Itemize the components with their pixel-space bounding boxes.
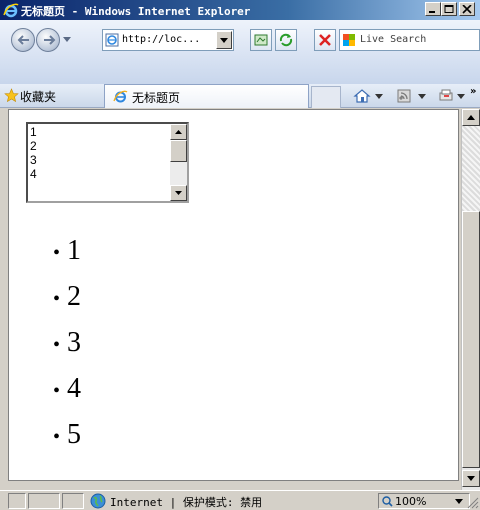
status-bar: Internet | 保护模式: 禁用 100% (0, 490, 480, 510)
minimize-button[interactable] (425, 2, 441, 16)
feeds-button[interactable] (396, 87, 432, 105)
status-pane (62, 493, 84, 509)
scroll-track[interactable] (462, 126, 480, 211)
zoom-icon (382, 496, 393, 507)
bullet-icon: • (53, 241, 61, 264)
stop-button[interactable] (314, 29, 336, 51)
search-input[interactable]: Live Search (339, 29, 480, 51)
title-bar: 无标题页 - Windows Internet Explorer (0, 0, 480, 20)
address-url: http://loc... (122, 34, 201, 45)
list-item-text: 3 (67, 327, 81, 358)
zoom-control[interactable]: 100% (378, 493, 470, 509)
listbox-scroll-up-button[interactable] (170, 124, 187, 140)
search-placeholder: Live Search (360, 34, 427, 45)
page-content: 1 2 3 4 • 1 • 2 • 3 • 4 • 5 (8, 109, 459, 481)
listbox-scrollbar[interactable] (170, 124, 187, 201)
new-tab-button[interactable] (311, 86, 341, 108)
security-zone[interactable]: Internet | 保护模式: 禁用 (88, 493, 374, 509)
list-item-text: 2 (67, 281, 81, 312)
chevron-up-icon (175, 130, 182, 134)
address-dropdown-button[interactable] (216, 31, 232, 49)
back-arrow-icon (17, 35, 29, 45)
listbox-option[interactable]: 3 (30, 153, 37, 167)
maximize-icon (444, 5, 454, 13)
minimize-icon (429, 11, 435, 13)
list-item: • 2 (53, 274, 81, 320)
star-icon (4, 88, 19, 103)
live-search-icon (343, 34, 355, 46)
scroll-down-button[interactable] (462, 470, 480, 487)
chevron-down-icon (455, 499, 463, 504)
back-button[interactable] (11, 28, 35, 52)
chevron-down-icon (467, 476, 475, 481)
list-item-text: 1 (67, 235, 81, 266)
ie-logo-icon (3, 3, 19, 18)
bullet-icon: • (53, 333, 61, 356)
recent-pages-dropdown[interactable] (63, 37, 71, 43)
bullet-icon: • (53, 425, 61, 448)
list-item: • 3 (53, 320, 81, 366)
compatibility-icon (254, 34, 268, 46)
list-item-text: 4 (67, 373, 81, 404)
scroll-up-button[interactable] (462, 109, 480, 126)
home-button[interactable] (353, 87, 389, 105)
security-zone-text: Internet | 保护模式: 禁用 (110, 496, 263, 509)
stop-icon (319, 34, 331, 46)
bullet-list: • 1 • 2 • 3 • 4 • 5 (53, 228, 81, 458)
list-item: • 5 (53, 412, 81, 458)
listbox-scroll-thumb[interactable] (170, 140, 187, 162)
forward-arrow-icon (44, 35, 56, 45)
zoom-level: 100% (395, 495, 427, 508)
resize-grip-icon[interactable] (467, 497, 479, 509)
status-pane (8, 493, 26, 509)
chevron-down-icon (220, 38, 228, 43)
globe-icon (90, 493, 106, 509)
more-commands-icon[interactable]: » (470, 86, 476, 97)
forward-button[interactable] (36, 28, 60, 52)
compatibility-view-button[interactable] (250, 29, 272, 51)
bullet-icon: • (53, 287, 61, 310)
listbox-scroll-down-button[interactable] (170, 185, 187, 201)
close-icon (462, 5, 472, 14)
refresh-button[interactable] (275, 29, 297, 51)
chevron-up-icon (467, 115, 475, 120)
listbox-option[interactable]: 1 (30, 125, 37, 139)
print-button[interactable] (438, 87, 468, 105)
listbox[interactable]: 1 2 3 4 (26, 122, 189, 203)
tab-title: 无标题页 (132, 91, 181, 105)
list-item: • 1 (53, 228, 81, 274)
page-icon (105, 33, 119, 47)
ie-page-icon (113, 90, 128, 103)
list-item: • 4 (53, 366, 81, 412)
tab-active[interactable]: 无标题页 (104, 84, 309, 108)
page-scrollbar[interactable] (461, 109, 480, 490)
window-title: 无标题页 - Windows Internet Explorer (21, 5, 251, 18)
list-item-text: 5 (67, 419, 81, 450)
bullet-icon: • (53, 379, 61, 402)
address-field[interactable]: http://loc... (102, 29, 234, 51)
listbox-option[interactable]: 2 (30, 139, 37, 153)
listbox-option[interactable]: 4 (30, 167, 37, 181)
chevron-down-icon (175, 191, 182, 195)
favorites-bar: 收藏夹 无标题页 » (0, 84, 480, 108)
favorites-button[interactable]: 收藏夹 (20, 88, 56, 105)
scroll-thumb[interactable] (462, 211, 480, 468)
status-pane (28, 493, 60, 509)
refresh-icon (279, 33, 293, 47)
close-button[interactable] (459, 2, 475, 16)
maximize-button[interactable] (441, 2, 457, 16)
